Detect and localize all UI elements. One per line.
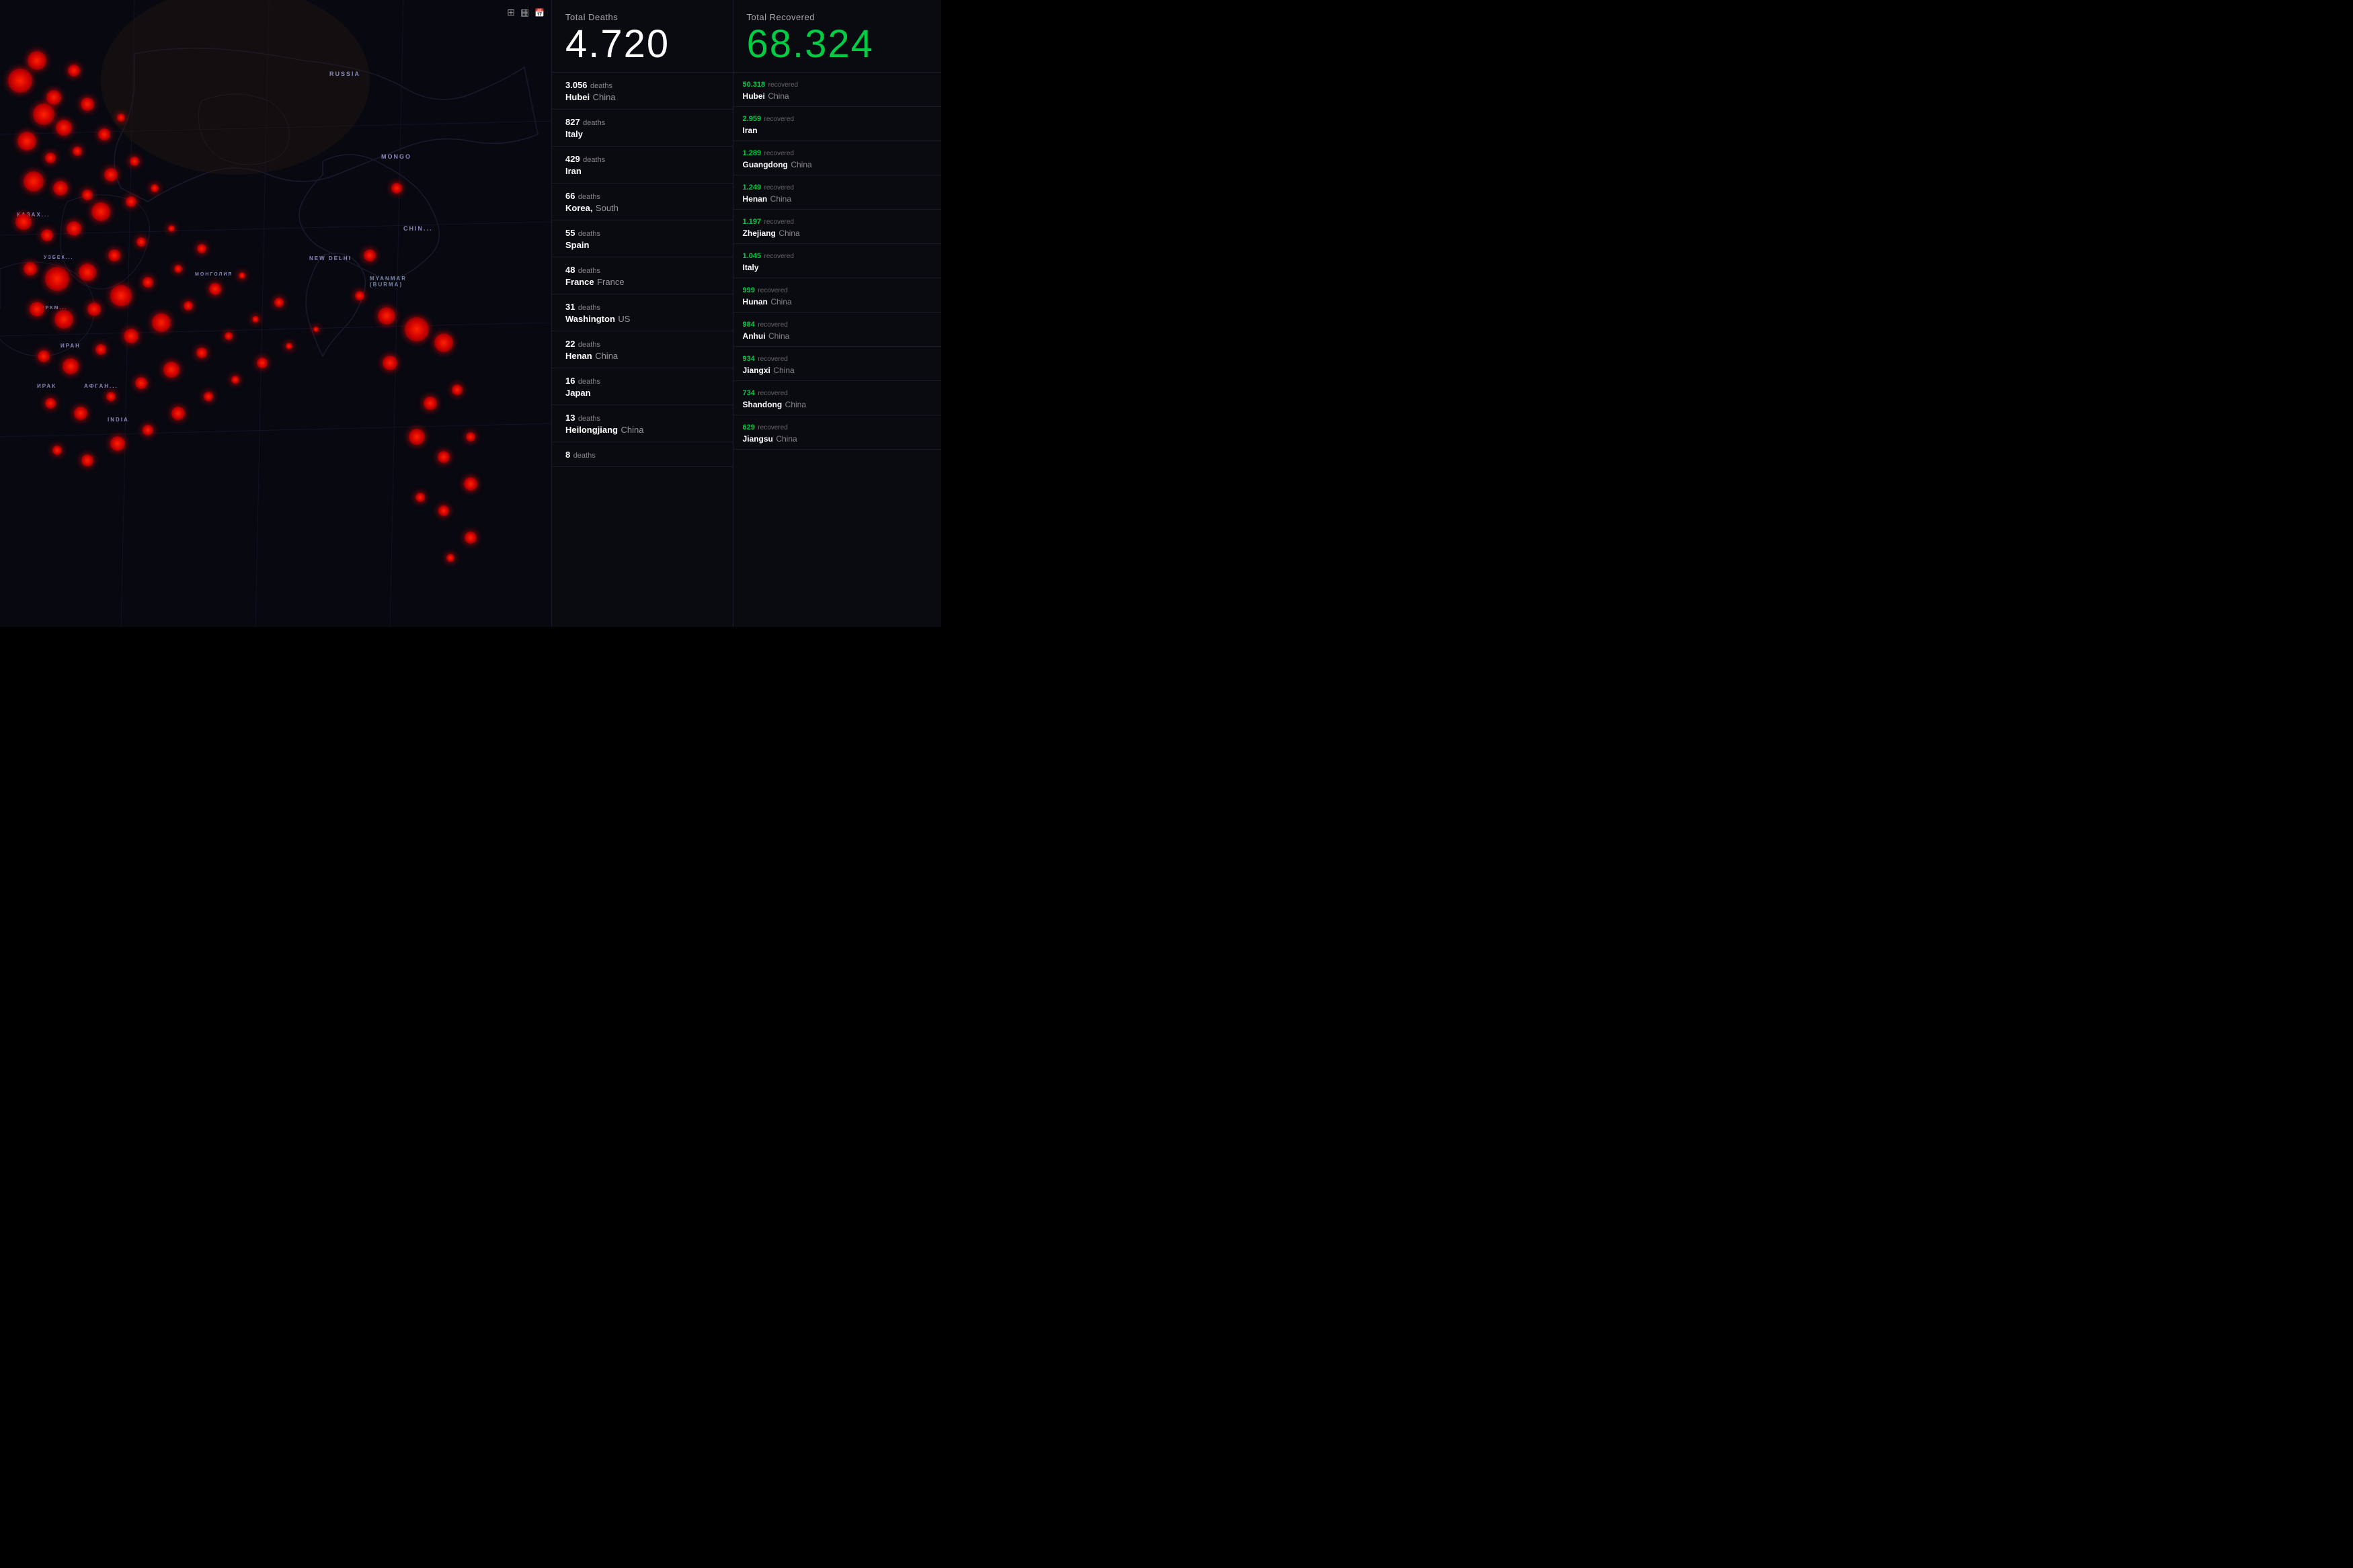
death-list-item: 22 deaths Henan China (552, 331, 733, 368)
grid-icon[interactable]: ⊞ (507, 7, 515, 18)
death-list-item: 13 deaths Heilongjiang China (552, 405, 733, 442)
death-list-item: 55 deaths Spain (552, 220, 733, 257)
deaths-total: 4.720 (565, 25, 719, 64)
recovered-list-item: 50.318 recovered Hubei China (733, 73, 941, 107)
recovered-column: Total Recovered 68.324 50.318 recovered … (733, 0, 941, 627)
deaths-header: Total Deaths 4.720 (552, 0, 733, 73)
toolbar: ⊞ ▦ 📅 (507, 7, 545, 18)
death-list-item: 3.056 deaths Hubei China (552, 73, 733, 110)
calendar-icon[interactable]: 📅 (534, 8, 545, 17)
death-list-item: 827 deaths Italy (552, 110, 733, 147)
deaths-column: Total Deaths 4.720 3.056 deaths Hubei Ch… (552, 0, 733, 627)
recovered-total: 68.324 (747, 25, 928, 64)
recovered-label: Total Recovered (747, 12, 928, 22)
deaths-label: Total Deaths (565, 12, 719, 22)
recovered-list-item: 984 recovered Anhui China (733, 313, 941, 347)
deaths-list: 3.056 deaths Hubei China 827 deaths Ital… (552, 73, 733, 467)
recovered-list-item: 999 recovered Hunan China (733, 278, 941, 313)
table-icon[interactable]: ▦ (520, 7, 529, 18)
recovered-list-item: 1.197 recovered Zhejiang China (733, 210, 941, 244)
death-list-item: 48 deaths France France (552, 257, 733, 294)
recovered-list-item: 629 recovered Jiangsu China (733, 415, 941, 450)
death-list-item: 66 deaths Korea, South (552, 183, 733, 220)
recovered-list-item: 934 recovered Jiangxi China (733, 347, 941, 381)
recovered-list-item: 1.045 recovered Italy (733, 244, 941, 278)
recovered-list-item: 1.249 recovered Henan China (733, 175, 941, 210)
death-list-item: 8 deaths (552, 442, 733, 467)
recovered-list-item: 1.289 recovered Guangdong China (733, 141, 941, 175)
death-list-item: 16 deaths Japan (552, 368, 733, 405)
map-svg (0, 0, 551, 627)
death-list-item: 429 deaths Iran (552, 147, 733, 183)
recovered-list: 50.318 recovered Hubei China 2.959 recov… (733, 73, 941, 450)
death-list-item: 31 deaths Washington US (552, 294, 733, 331)
map-container: RUSSIA MONGO CHIN... New Delhi MYANMAR(B… (0, 0, 551, 627)
stats-panel: Total Deaths 4.720 3.056 deaths Hubei Ch… (551, 0, 941, 627)
recovered-list-item: 734 recovered Shandong China (733, 381, 941, 415)
recovered-header: Total Recovered 68.324 (733, 0, 941, 73)
recovered-list-item: 2.959 recovered Iran (733, 107, 941, 141)
